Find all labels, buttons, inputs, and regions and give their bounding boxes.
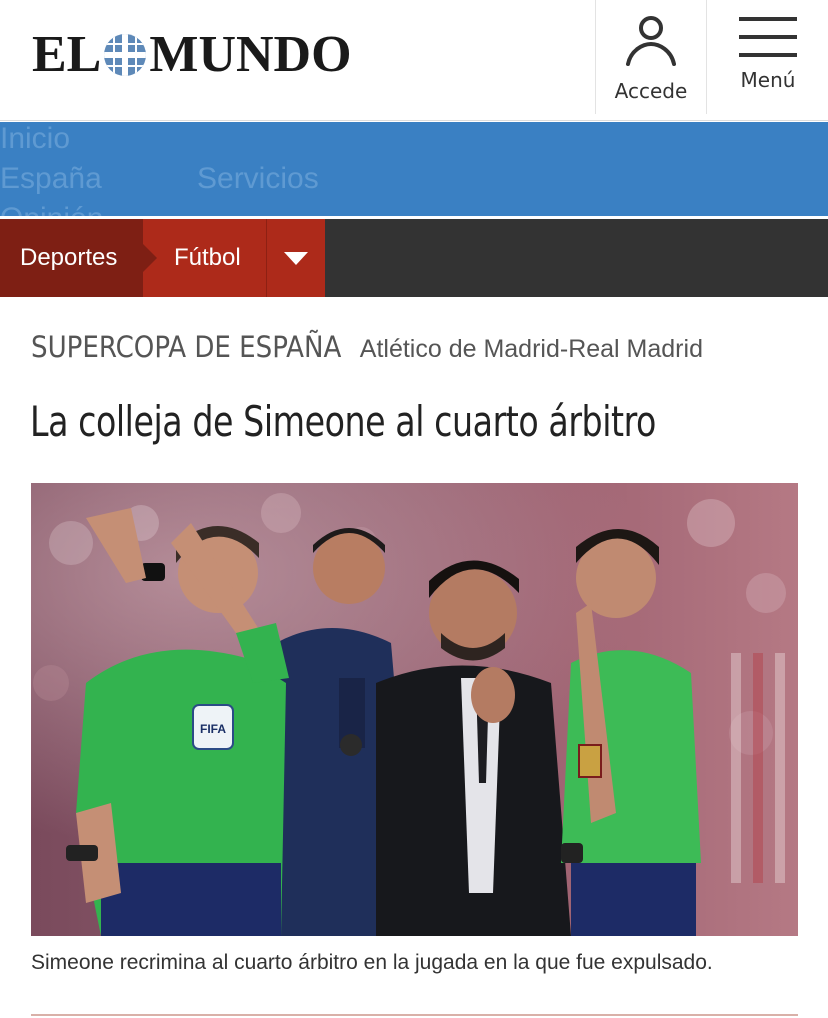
nav-item-inicio[interactable]: Inicio <box>0 122 70 156</box>
breadcrumb: Deportes Fútbol <box>0 219 828 297</box>
section-nav: Inicio España Servicios Opinión <box>0 122 828 216</box>
accede-button[interactable]: Accede <box>595 0 707 114</box>
nav-item-opinion[interactable]: Opinión <box>0 202 103 216</box>
breadcrumb-deportes-label: Deportes <box>20 244 118 271</box>
breadcrumb-arrow-icon <box>143 244 157 272</box>
photo-caption: Simeone recrimina al cuarto árbitro en l… <box>31 951 713 974</box>
accede-label: Accede <box>614 79 688 103</box>
site-header: EL MUNDO Accede Menú <box>0 0 828 121</box>
article-subsection[interactable]: Atlético de Madrid-Real Madrid <box>360 335 703 363</box>
el-mundo-logo[interactable]: EL MUNDO <box>32 26 352 83</box>
fifa-badge-text: FIFA <box>200 722 226 736</box>
article-kicker: SUPERCOPA DE ESPAÑA Atlético de Madrid-R… <box>31 330 703 364</box>
breadcrumb-futbol-label: Fútbol <box>174 244 241 271</box>
globe-icon <box>103 33 147 77</box>
nav-item-espana[interactable]: España <box>0 162 102 196</box>
menu-button[interactable]: Menú <box>708 0 828 114</box>
article-title: La colleja de Simeone al cuarto árbitro <box>30 397 656 446</box>
divider <box>31 1014 798 1016</box>
article-section[interactable]: SUPERCOPA DE ESPAÑA <box>31 330 341 364</box>
hamburger-icon <box>739 15 797 64</box>
logo-text-el: EL <box>32 26 102 83</box>
logo-text-mundo: MUNDO <box>149 26 352 83</box>
breadcrumb-deportes[interactable]: Deportes <box>0 219 157 297</box>
nav-item-servicios[interactable]: Servicios <box>197 162 319 196</box>
caret-down-icon <box>284 251 308 265</box>
breadcrumb-dropdown-button[interactable] <box>266 219 325 297</box>
menu-label: Menú <box>740 68 796 92</box>
user-icon <box>623 14 679 73</box>
article-photo: FIFA <box>31 483 798 936</box>
breadcrumb-futbol[interactable]: Fútbol <box>143 219 266 297</box>
